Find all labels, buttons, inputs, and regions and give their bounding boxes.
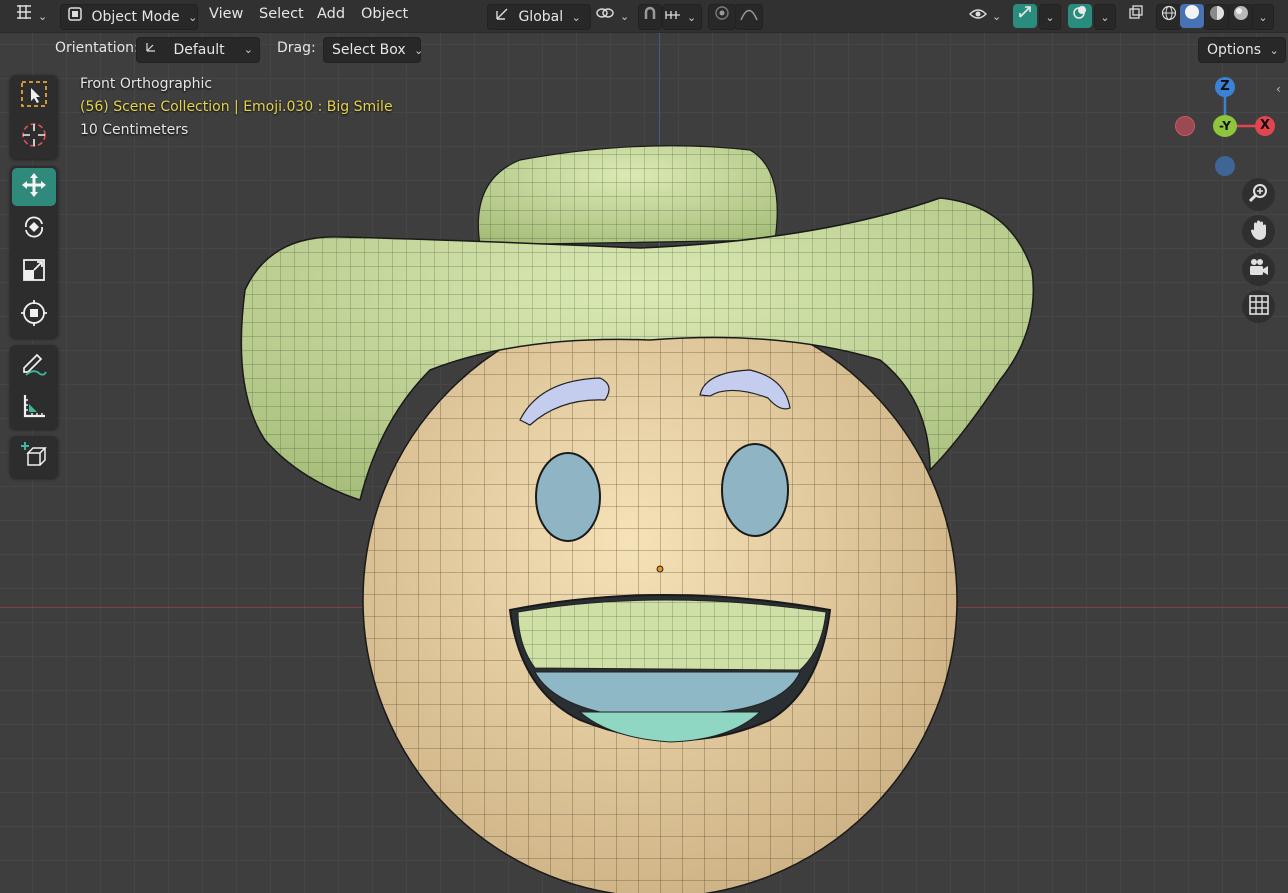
emoji-model[interactable]	[0, 0, 1288, 893]
toolbar-annotate-group	[10, 345, 58, 429]
shading-material-button[interactable]	[1204, 4, 1230, 30]
right-eye	[721, 443, 789, 537]
xray-icon	[1128, 4, 1144, 28]
annotate-icon	[20, 350, 48, 382]
pivot-button[interactable]: ⌄	[594, 4, 632, 28]
viewport-header: ⌄ Object Mode ⌄ View Select Add Object G…	[0, 0, 1288, 33]
snap-toggle[interactable]	[638, 4, 662, 30]
transform-icon	[20, 299, 48, 331]
tool-move[interactable]	[12, 168, 56, 206]
tool-cursor[interactable]	[12, 118, 56, 156]
rotate-icon	[20, 213, 48, 245]
overlay-circles-icon	[1072, 4, 1088, 28]
snap-increment-icon	[663, 5, 683, 29]
gizmo-neg-x-axis[interactable]	[1175, 116, 1195, 136]
link-pivot-icon	[594, 4, 616, 28]
grid-ortho-icon	[1248, 294, 1270, 320]
proportional-edit-toggle[interactable]	[708, 4, 736, 30]
grid-editor-icon	[14, 4, 34, 28]
shading-dropdown[interactable]: ⌄	[1252, 4, 1274, 30]
gizmo-dropdown[interactable]: ⌄	[1039, 4, 1061, 30]
view-name: Front Orthographic	[80, 76, 213, 92]
menu-view[interactable]: View	[209, 6, 243, 22]
sidebar-toggle[interactable]: ‹	[1276, 82, 1288, 100]
xray-toggle[interactable]	[1124, 4, 1148, 28]
gizmo-toggle[interactable]	[1013, 4, 1037, 28]
gizmo-x-axis[interactable]: X	[1255, 116, 1275, 136]
overlay-toggle[interactable]	[1068, 4, 1092, 28]
orientation-dropdown[interactable]: Default ⌄	[136, 37, 260, 63]
drag-dropdown-value: Select Box	[332, 42, 406, 58]
gizmo-neg-z-axis[interactable]	[1215, 156, 1235, 176]
orientation-axes-icon	[143, 38, 159, 62]
tool-transform[interactable]	[12, 296, 56, 334]
tool-annotate[interactable]	[12, 347, 56, 385]
zoom-button[interactable]	[1242, 178, 1275, 211]
gizmo-z-axis[interactable]: Z	[1215, 77, 1235, 97]
falloff-curve-icon	[740, 5, 758, 29]
material-shading-icon	[1209, 5, 1225, 29]
tool-scale[interactable]	[12, 253, 56, 291]
magnet-icon	[642, 5, 658, 29]
scale-icon	[20, 256, 48, 288]
navigation-gizmo[interactable]: Z -Y X	[1170, 73, 1280, 183]
wireframe-shading-icon	[1161, 5, 1177, 29]
visibility-button[interactable]: ⌄	[968, 4, 1004, 28]
mode-selector[interactable]: Object Mode ⌄	[60, 4, 198, 30]
move-icon	[20, 171, 48, 203]
gizmo-arrow-icon	[1017, 4, 1033, 28]
pan-button[interactable]	[1242, 215, 1275, 248]
add-cube-icon	[20, 441, 48, 473]
orientation-field-label: Orientation:	[55, 40, 139, 56]
object-origin	[656, 565, 664, 573]
hand-pan-icon	[1248, 219, 1270, 245]
menu-select[interactable]: Select	[259, 6, 304, 22]
camera-view-button[interactable]	[1242, 253, 1275, 286]
editor-type-button[interactable]: ⌄	[14, 4, 50, 28]
tool-rotate[interactable]	[12, 210, 56, 248]
shading-solid-button[interactable]	[1180, 4, 1204, 28]
menu-add[interactable]: Add	[317, 6, 345, 22]
toolbar-add-group	[10, 436, 58, 478]
collection-info: (56) Scene Collection | Emoji.030 : Big …	[80, 99, 393, 115]
falloff-button[interactable]	[735, 4, 763, 30]
proportional-edit-icon	[714, 5, 730, 29]
mode-label: Object Mode	[91, 9, 180, 25]
measure-icon	[20, 392, 48, 424]
object-mode-icon	[67, 5, 83, 29]
scale-info: 10 Centimeters	[80, 122, 189, 138]
chevron-left-icon: ‹	[1276, 82, 1281, 96]
eye-icon	[968, 4, 988, 28]
tool-add-cube[interactable]	[12, 438, 56, 476]
select-box-icon	[20, 80, 48, 112]
options-dropdown[interactable]: Options ⌄	[1198, 37, 1286, 63]
camera-icon	[1248, 257, 1270, 283]
orientation-label: Global	[518, 9, 564, 25]
shading-rendered-button[interactable]	[1228, 4, 1254, 30]
transform-orientation-selector[interactable]: Global ⌄	[487, 4, 591, 30]
solid-shading-icon	[1184, 4, 1200, 28]
toolbar-select-group	[10, 75, 58, 159]
rendered-shading-icon	[1233, 5, 1249, 29]
tool-measure[interactable]	[12, 389, 56, 427]
cursor-icon	[20, 121, 48, 153]
left-eye	[535, 452, 601, 542]
snap-target-button[interactable]: ⌄	[662, 4, 702, 30]
orientation-global-icon	[494, 5, 510, 29]
zoom-icon	[1248, 182, 1270, 208]
menu-object[interactable]: Object	[361, 6, 408, 22]
drag-dropdown[interactable]: Select Box ⌄	[323, 37, 423, 63]
ortho-toggle-button[interactable]	[1242, 290, 1275, 323]
shading-wireframe-button[interactable]	[1156, 4, 1182, 30]
tool-select-box[interactable]	[12, 77, 56, 115]
gizmo-neg-y-axis[interactable]: -Y	[1213, 115, 1237, 137]
options-label: Options	[1207, 42, 1262, 58]
tool-settings-header: Orientation: Default ⌄ Drag: Select Box …	[0, 33, 1288, 65]
3d-viewport[interactable]	[0, 0, 1288, 893]
overlay-dropdown[interactable]: ⌄	[1094, 4, 1116, 30]
drag-field-label: Drag:	[277, 40, 316, 56]
toolbar-transform-group	[10, 166, 58, 338]
orientation-dropdown-value: Default	[173, 42, 225, 58]
